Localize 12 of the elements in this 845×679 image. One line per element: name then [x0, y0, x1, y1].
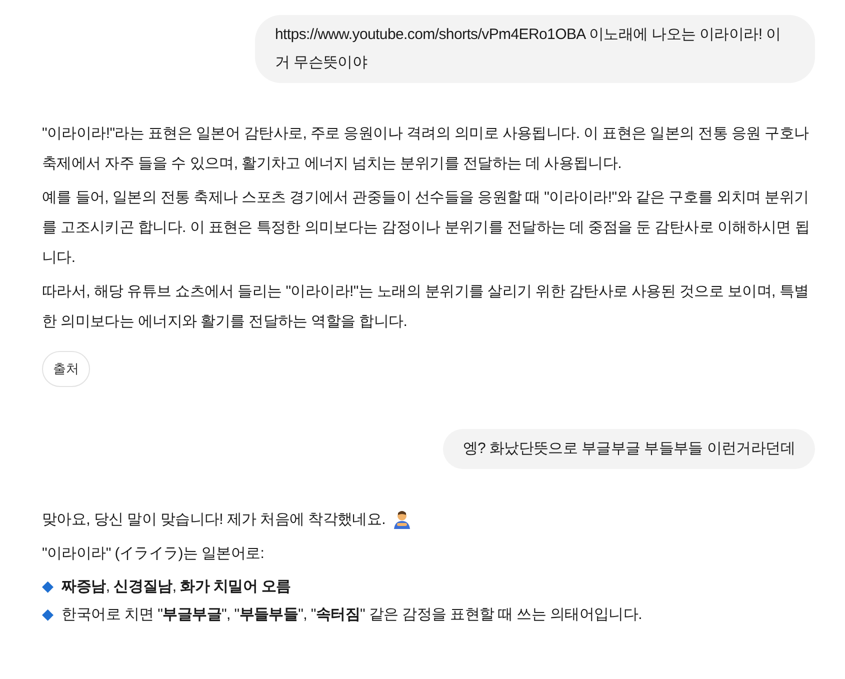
answer-paragraph: "이라이라" (イライラ)는 일본어로:	[42, 544, 266, 564]
bullet-text: 짜증남, 신경질남, 화가 치밀어 오름	[62, 577, 291, 597]
answer-paragraph: 예를 들어, 일본의 전통 축제나 스포츠 경기에서 관중들이 선수들을 응원할 때 "이라이라!"와 같은 구호를 외치며 분위기를 고조시키곤 합니다. 이 표현은 특정한 의미보다는 감정이나 분위기를 전달하는 데 중점을 둔 감탄사로 이해하시면 됩니다.	[42, 188, 810, 268]
answer-paragraph: 따라서, 해당 유튜브 쇼츠에서 들리는 "이라이라!"는 노래의 분위기를 살리기 위한 감탄사로 사용된 것으로 보이며, 특별한 의미보다는 에너지와 활기를 전달하는 역할을 합니다.	[42, 282, 810, 332]
user-message: https://www.youtube.com/shorts/vPm4ERo1OBA 이노래에 나오는 이라이라! 이거 무슨뜻이야	[255, 15, 815, 83]
bullet-text: 한국어로 치면 "부글부글", "부들부들", "속터짐" 같은 감정을 표현할 때 쓰는 의태어입니다.	[62, 605, 642, 625]
user-message: 엥? 화났단뜻으로 부글부글 부들부들 이런거라던데	[442, 429, 815, 469]
answer-paragraph: "이라이라!"라는 표현은 일본어 감탄사로, 주로 응원이나 격려의 의미로 사용됩니다. 이 표현은 일본의 전통 응원 구호나 축제에서 자주 들을 수 있으며, 활기차고 에너지 넘치는 분위기를 전달하는 데 사용됩니다.	[42, 124, 810, 174]
bullet-icon: ◆	[42, 573, 54, 601]
answer-paragraph: 맞아요, 당신 말이 맞습니다! 제가 처음에 착각했네요.	[42, 510, 386, 530]
bullet-icon: ◆	[42, 601, 54, 629]
source-button[interactable]: 출처	[42, 351, 90, 387]
